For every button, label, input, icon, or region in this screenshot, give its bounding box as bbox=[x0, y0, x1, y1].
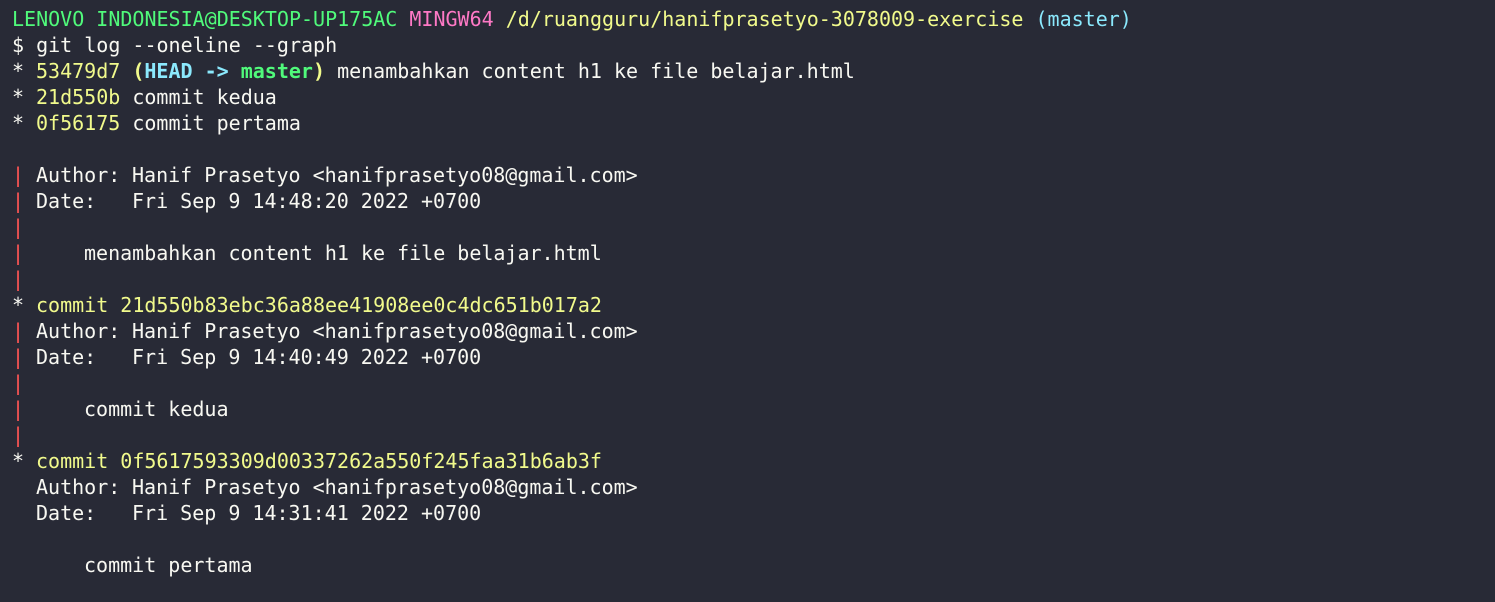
commit-date: Fri Sep 9 14:31:41 2022 +0700 bbox=[132, 501, 482, 525]
commit-label: commit bbox=[36, 293, 109, 317]
graph-node-icon: * bbox=[12, 111, 25, 135]
prompt-user-host: LENOVO INDONESIA@DESKTOP-UP175AC bbox=[12, 7, 398, 31]
graph-line-icon: | bbox=[12, 423, 25, 447]
commit-author: Hanif Prasetyo <hanifprasetyo08@gmail.co… bbox=[132, 163, 638, 187]
commit-date-line: | Date: Fri Sep 9 14:48:20 2022 +0700 bbox=[12, 188, 1495, 214]
oneline-entry: * 53479d7 (HEAD -> master) menambahkan co… bbox=[12, 58, 1495, 84]
oneline-entry: * 0f56175 commit pertama bbox=[12, 110, 1495, 136]
graph-spacer: | bbox=[12, 266, 1495, 292]
commit-message-line: | commit kedua bbox=[12, 396, 1495, 422]
ref-head: HEAD -> bbox=[144, 59, 241, 83]
graph-spacer: | bbox=[12, 214, 1495, 240]
date-label: Date: bbox=[36, 345, 97, 369]
ref-close-paren: ) bbox=[312, 59, 326, 83]
author-label: Author: bbox=[36, 475, 121, 499]
ref-open-paren: ( bbox=[132, 59, 145, 83]
date-label: Date: bbox=[36, 501, 97, 525]
commit-date: Fri Sep 9 14:48:20 2022 +0700 bbox=[132, 189, 482, 213]
graph-node-icon: * bbox=[12, 85, 25, 109]
commit-author-line: | Author: Hanif Prasetyo <hanifprasetyo08@… bbox=[12, 318, 1495, 344]
date-label: Date: bbox=[36, 189, 97, 213]
prompt-line: LENOVO INDONESIA@DESKTOP-UP175AC MINGW64… bbox=[12, 6, 1495, 32]
oneline-hash: 0f56175 bbox=[36, 111, 121, 135]
graph-line-icon: | bbox=[12, 371, 25, 395]
graph-spacer: | bbox=[12, 370, 1495, 396]
graph-line-icon: | bbox=[12, 241, 25, 265]
commit-message: menambahkan content h1 ke file belajar.h… bbox=[84, 241, 602, 265]
oneline-entry: * 21d550b commit kedua bbox=[12, 84, 1495, 110]
command-line[interactable]: $ git log --oneline --graph bbox=[12, 32, 1495, 58]
graph-line-icon: | bbox=[12, 397, 25, 421]
oneline-message: menambahkan content h1 ke file belajar.h… bbox=[337, 59, 855, 83]
prompt-path: /d/ruangguru/hanifprasetyo-3078009-exerc… bbox=[505, 7, 1024, 31]
commit-header-line: * commit 0f5617593309d00337262a550f245faa… bbox=[12, 448, 1495, 474]
graph-line-icon: | bbox=[12, 189, 25, 213]
author-label: Author: bbox=[36, 319, 121, 343]
commit-author: Hanif Prasetyo <hanifprasetyo08@gmail.co… bbox=[132, 475, 638, 499]
graph-line-icon: | bbox=[12, 319, 25, 343]
graph-node-icon: * bbox=[12, 59, 25, 83]
prompt-branch: (master) bbox=[1035, 7, 1132, 31]
graph-line-icon: | bbox=[12, 267, 25, 291]
commit-message: commit pertama bbox=[84, 553, 253, 577]
author-label: Author: bbox=[36, 163, 121, 187]
graph-line-icon: | bbox=[12, 163, 25, 187]
commit-header-line: * commit 21d550b83ebc36a88ee41908ee0c4dc6… bbox=[12, 292, 1495, 318]
commit-hash: 0f5617593309d00337262a550f245faa31b6ab3f bbox=[120, 449, 602, 473]
commit-date: Fri Sep 9 14:40:49 2022 +0700 bbox=[132, 345, 482, 369]
oneline-message: commit pertama bbox=[132, 111, 301, 135]
graph-line-icon: | bbox=[12, 345, 25, 369]
ref-branch: master bbox=[240, 59, 313, 83]
graph-node-icon: * bbox=[12, 449, 25, 473]
commit-author-line: Author: Hanif Prasetyo <hanifprasetyo08@g… bbox=[12, 474, 1495, 500]
commit-date-line: Date: Fri Sep 9 14:31:41 2022 +0700 bbox=[12, 500, 1495, 526]
command-text: git log --oneline --graph bbox=[36, 33, 338, 57]
oneline-hash: 53479d7 bbox=[36, 59, 121, 83]
commit-hash: 21d550b83ebc36a88ee41908ee0c4dc651b017a2 bbox=[120, 293, 602, 317]
graph-spacer: | bbox=[12, 422, 1495, 448]
oneline-hash: 21d550b bbox=[36, 85, 121, 109]
commit-date-line: | Date: Fri Sep 9 14:40:49 2022 +0700 bbox=[12, 344, 1495, 370]
prompt-symbol: $ bbox=[12, 33, 25, 57]
commit-label: commit bbox=[36, 449, 109, 473]
commit-message-line: commit pertama bbox=[12, 552, 1495, 578]
graph-line-icon: | bbox=[12, 215, 25, 239]
oneline-message: commit kedua bbox=[132, 85, 277, 109]
commit-author: Hanif Prasetyo <hanifprasetyo08@gmail.co… bbox=[132, 319, 638, 343]
commit-author-line: | Author: Hanif Prasetyo <hanifprasetyo08@… bbox=[12, 162, 1495, 188]
commit-message-line: | menambahkan content h1 ke file belajar.… bbox=[12, 240, 1495, 266]
graph-node-icon: * bbox=[12, 293, 25, 317]
terminal-window[interactable]: LENOVO INDONESIA@DESKTOP-UP175AC MINGW64… bbox=[0, 0, 1495, 578]
commit-message: commit kedua bbox=[84, 397, 229, 421]
prompt-shell: MINGW64 bbox=[409, 7, 494, 31]
